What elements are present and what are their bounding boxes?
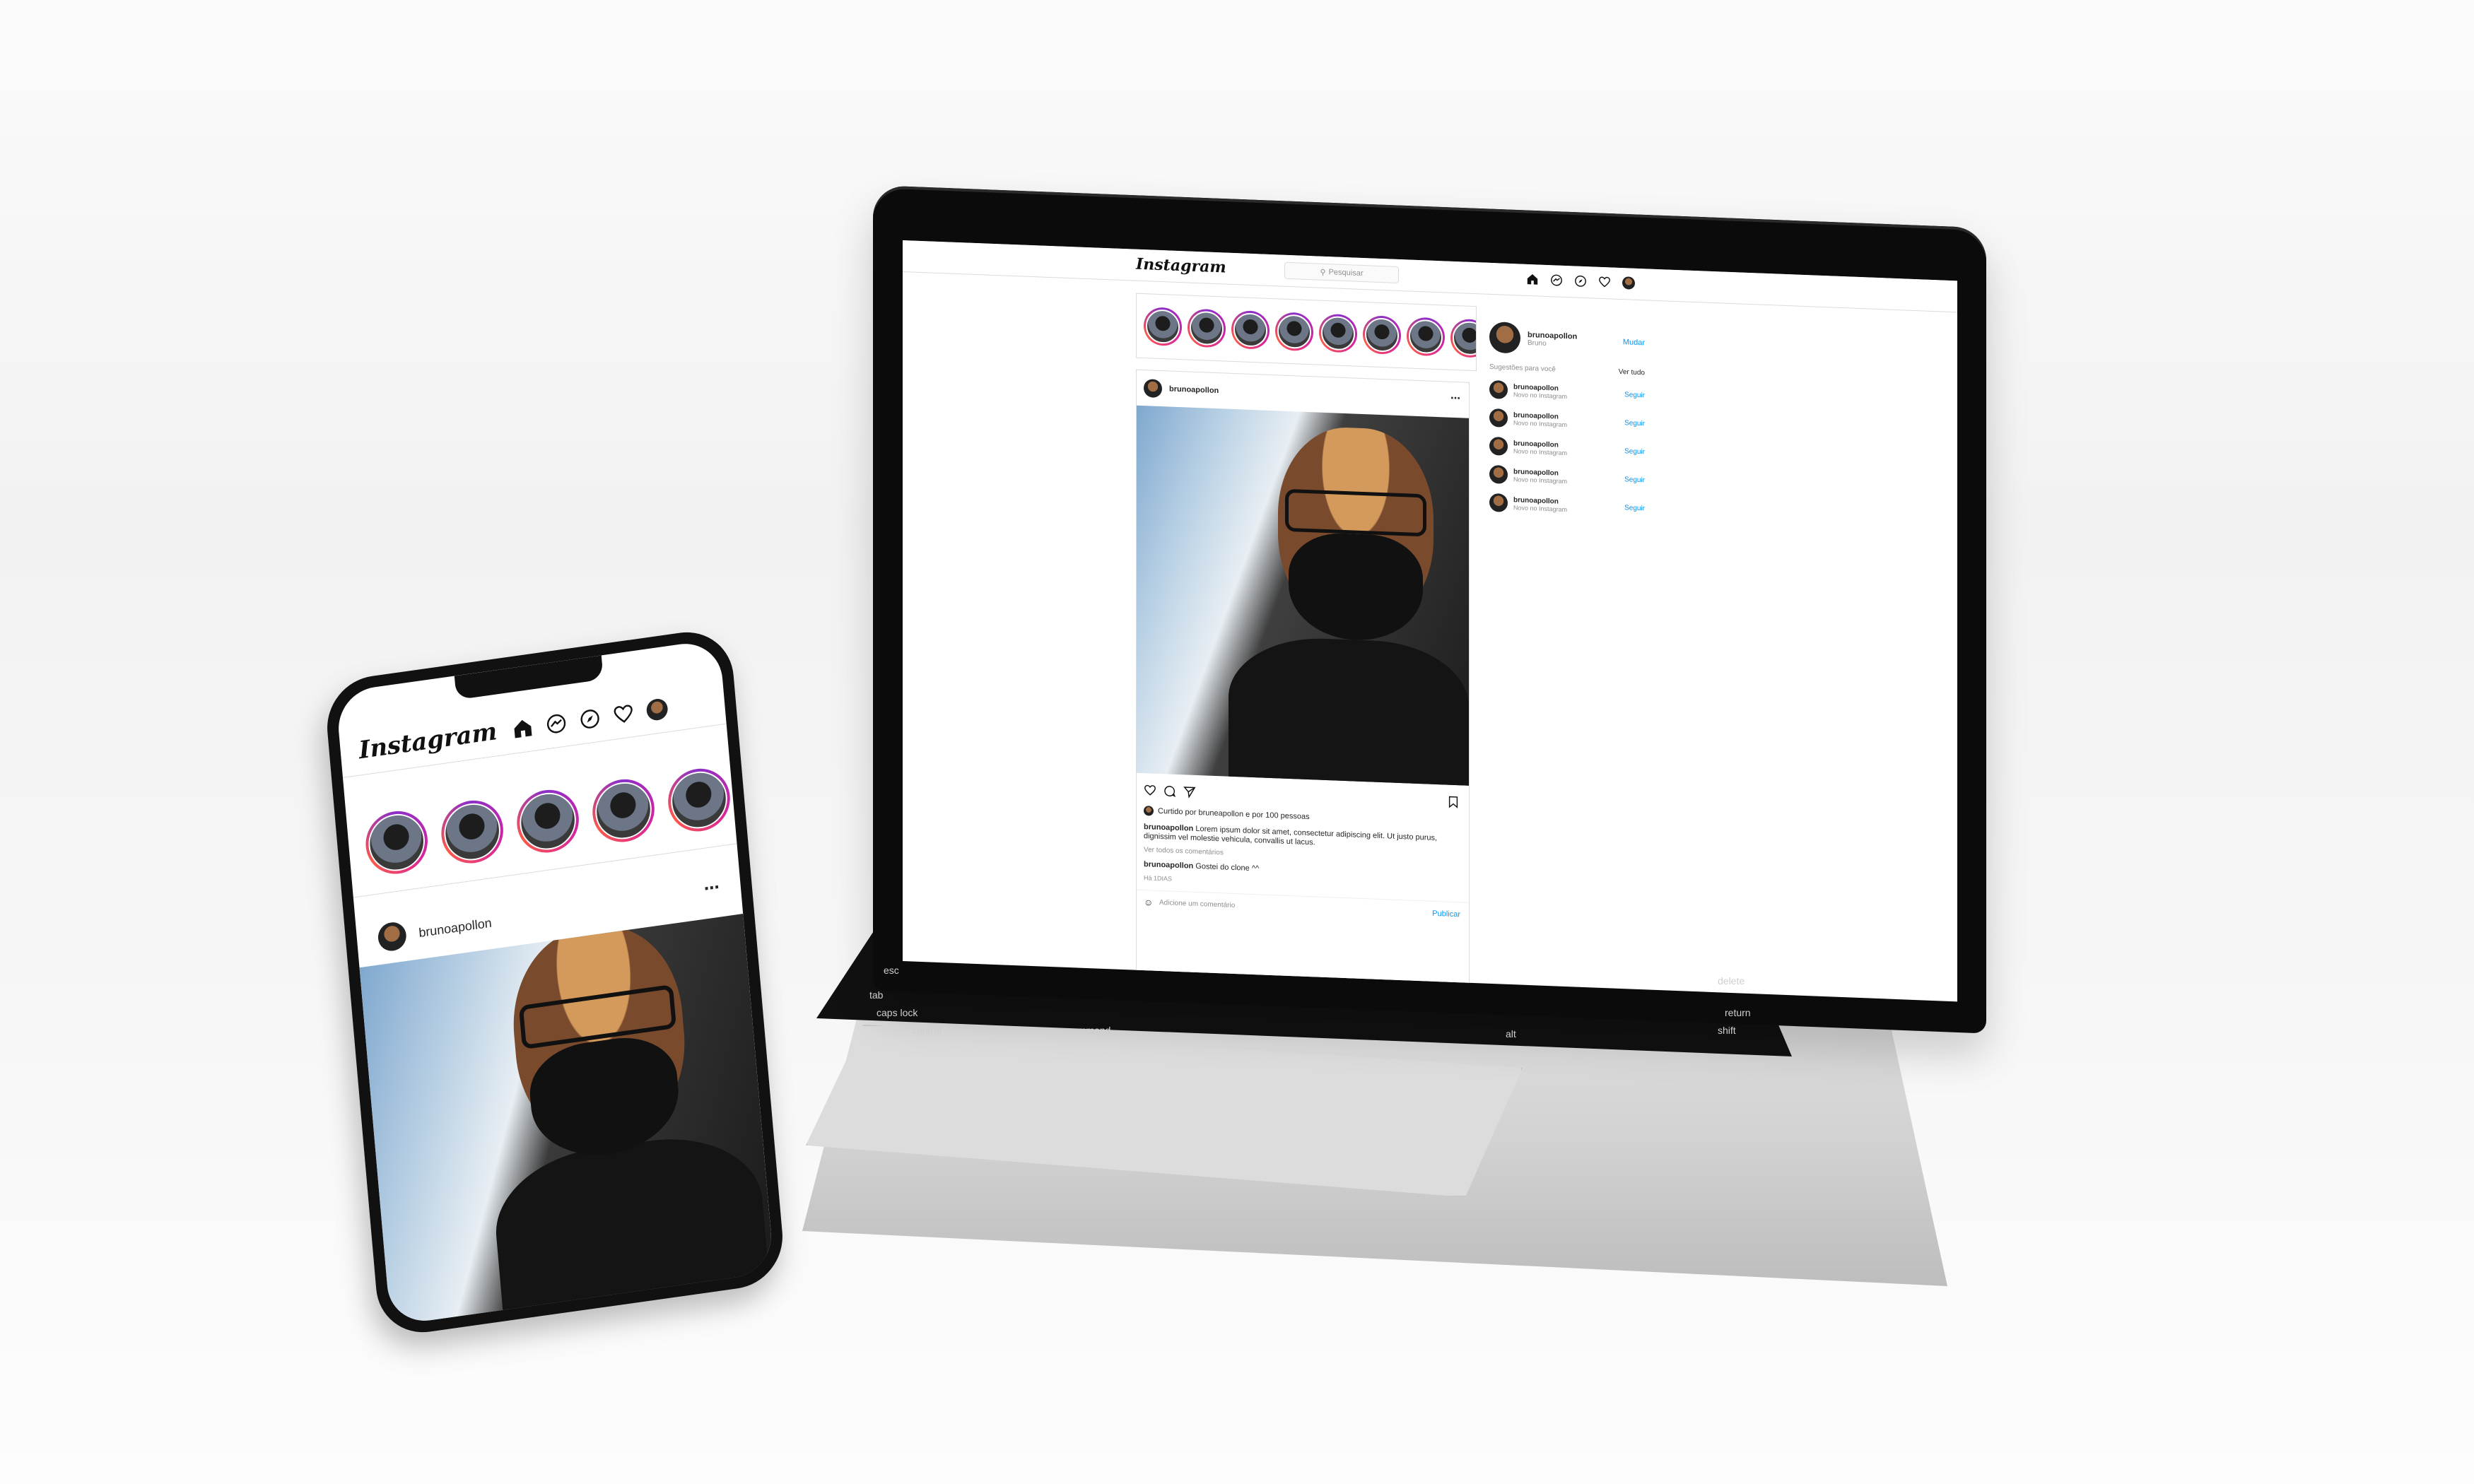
suggestions-list: brunoapollon Novo no Instagram Seguir br…	[1489, 375, 1645, 522]
follow-button[interactable]: Seguir	[1624, 419, 1645, 428]
suggestion-avatar[interactable]	[1489, 436, 1508, 456]
likes-row: Curtido por bruneapollon e por 100 pesso…	[1144, 806, 1310, 822]
photo-subject-shirt	[1229, 635, 1469, 786]
key-return-label: return	[1725, 1007, 1751, 1018]
photo-subject-mask	[1289, 531, 1423, 643]
phone-photo-shirt	[490, 1126, 773, 1326]
story-item[interactable]	[1407, 317, 1445, 357]
suggestion-avatar[interactable]	[1489, 379, 1508, 399]
phone-screen: Instagram brunoapollon ⋯	[335, 638, 775, 1326]
suggestions-title: Sugestões para você	[1489, 363, 1556, 374]
phone-story-item[interactable]	[665, 765, 733, 836]
story-item[interactable]	[1319, 313, 1357, 353]
phone-story-item[interactable]	[590, 775, 657, 847]
home-icon[interactable]	[1525, 271, 1540, 288]
phone-stories-list	[363, 765, 733, 878]
story-item[interactable]	[1188, 308, 1226, 348]
phone-messenger-icon[interactable]	[545, 712, 568, 736]
bookmark-icon[interactable]	[1448, 796, 1459, 809]
stories-list	[1144, 307, 1477, 360]
suggestion-avatar[interactable]	[1489, 408, 1508, 428]
nav-icons	[1525, 271, 1636, 291]
suggestion-row: brunoapollon Novo no Instagram Seguir	[1489, 488, 1645, 522]
feed-post: brunoapollon ⋯ Curtido por bruneapollon …	[1136, 369, 1470, 1002]
key-tab-label: tab	[869, 989, 884, 1001]
stories-bar	[1136, 293, 1477, 372]
suggestion-avatar[interactable]	[1489, 464, 1508, 484]
keyboard-labels: esc tab caps lock control option command…	[869, 950, 1753, 1040]
explore-icon[interactable]	[1573, 273, 1588, 289]
story-item[interactable]	[1450, 318, 1477, 358]
suggestion-avatar[interactable]	[1489, 493, 1508, 512]
heart-icon[interactable]	[1597, 274, 1612, 290]
post-avatar[interactable]	[1144, 379, 1162, 399]
comment: brunoapollon Gostei do clone ^^	[1144, 860, 1259, 873]
key-option-label: option	[990, 1025, 1017, 1036]
key-command-label: command	[1067, 1025, 1111, 1036]
photo-subject-glasses	[1285, 488, 1426, 537]
post-username[interactable]: brunoapollon	[1169, 384, 1219, 395]
post-timestamp: Há 1DIAS	[1144, 874, 1173, 883]
phone-heart-icon[interactable]	[612, 702, 635, 726]
story-item[interactable]	[1144, 307, 1182, 347]
phone-home-icon[interactable]	[511, 717, 534, 741]
phone-nav-icons	[511, 697, 669, 741]
emoji-icon[interactable]: ☺	[1144, 897, 1153, 908]
key-capslock-label: caps lock	[877, 1007, 918, 1018]
key-esc-label: esc	[884, 965, 899, 976]
add-comment-row: ☺ Adicione um comentário Publicar	[1137, 889, 1469, 929]
right-sidebar: brunoapollon Bruno Mudar Sugestões para …	[1489, 318, 1645, 522]
phone-story-item[interactable]	[363, 807, 430, 878]
liked-by-text[interactable]: Curtido por bruneapollon e por 100 pesso…	[1158, 807, 1310, 821]
story-item[interactable]	[1231, 310, 1270, 350]
sidebar-profile-avatar[interactable]	[1489, 321, 1520, 354]
post-photo[interactable]	[1137, 405, 1469, 786]
comment-username[interactable]: brunoapollon	[1144, 860, 1193, 871]
phone-post-photo[interactable]	[359, 914, 775, 1326]
smartphone: Instagram brunoapollon ⋯	[323, 625, 787, 1339]
search-icon: ⚲	[1320, 268, 1326, 277]
messenger-icon[interactable]	[1549, 272, 1564, 288]
liker-avatar	[1144, 806, 1154, 816]
search-placeholder: Pesquisar	[1328, 268, 1364, 278]
key-alt-label: alt	[1506, 1028, 1516, 1040]
see-all-link[interactable]: Ver tudo	[1619, 368, 1645, 377]
phone-instagram-logo[interactable]: Instagram	[358, 717, 498, 765]
phone-story-item[interactable]	[438, 796, 506, 868]
publish-button[interactable]: Publicar	[1432, 909, 1460, 919]
follow-button[interactable]: Seguir	[1624, 447, 1645, 456]
laptop-screen: Instagram ⚲ Pesquisar brunoapollon ⋯ Cur…	[903, 240, 1957, 1002]
follow-button[interactable]: Seguir	[1624, 504, 1645, 512]
follow-button[interactable]: Seguir	[1624, 476, 1645, 484]
phone-explore-icon[interactable]	[578, 707, 601, 731]
key-delete-label: delete	[1718, 975, 1745, 987]
comment-icon[interactable]	[1163, 784, 1176, 798]
key-shift-label: shift	[1718, 1025, 1736, 1036]
phone-post-avatar[interactable]	[377, 920, 408, 953]
follow-button[interactable]: Seguir	[1624, 391, 1645, 399]
story-item[interactable]	[1275, 312, 1313, 352]
share-icon[interactable]	[1183, 785, 1196, 799]
comment-text: Gostei do clone ^^	[1195, 861, 1260, 873]
phone-profile-avatar[interactable]	[645, 697, 669, 722]
phone-more-options-icon[interactable]: ⋯	[703, 878, 720, 898]
key-control-label: control	[912, 1025, 942, 1036]
more-options-icon[interactable]: ⋯	[1450, 392, 1460, 405]
switch-account-link[interactable]: Mudar	[1623, 338, 1645, 347]
phone-story-item[interactable]	[514, 786, 582, 857]
add-comment-input[interactable]: Adicione um comentário	[1159, 899, 1235, 909]
post-header: brunoapollon	[1144, 379, 1219, 400]
like-icon[interactable]	[1144, 784, 1156, 797]
view-comments-link[interactable]: Ver todos os comentários	[1144, 846, 1224, 856]
search-input[interactable]: ⚲ Pesquisar	[1284, 261, 1399, 283]
profile-avatar[interactable]	[1621, 275, 1636, 291]
phone-post-username[interactable]: brunoapollon	[418, 916, 493, 941]
story-item[interactable]	[1363, 315, 1401, 355]
instagram-logo[interactable]: Instagram	[1136, 255, 1226, 277]
suggestions-header: Sugestões para você Ver tudo	[1489, 363, 1645, 377]
post-actions	[1144, 784, 1196, 799]
profile-row: brunoapollon Bruno Mudar	[1489, 318, 1645, 362]
